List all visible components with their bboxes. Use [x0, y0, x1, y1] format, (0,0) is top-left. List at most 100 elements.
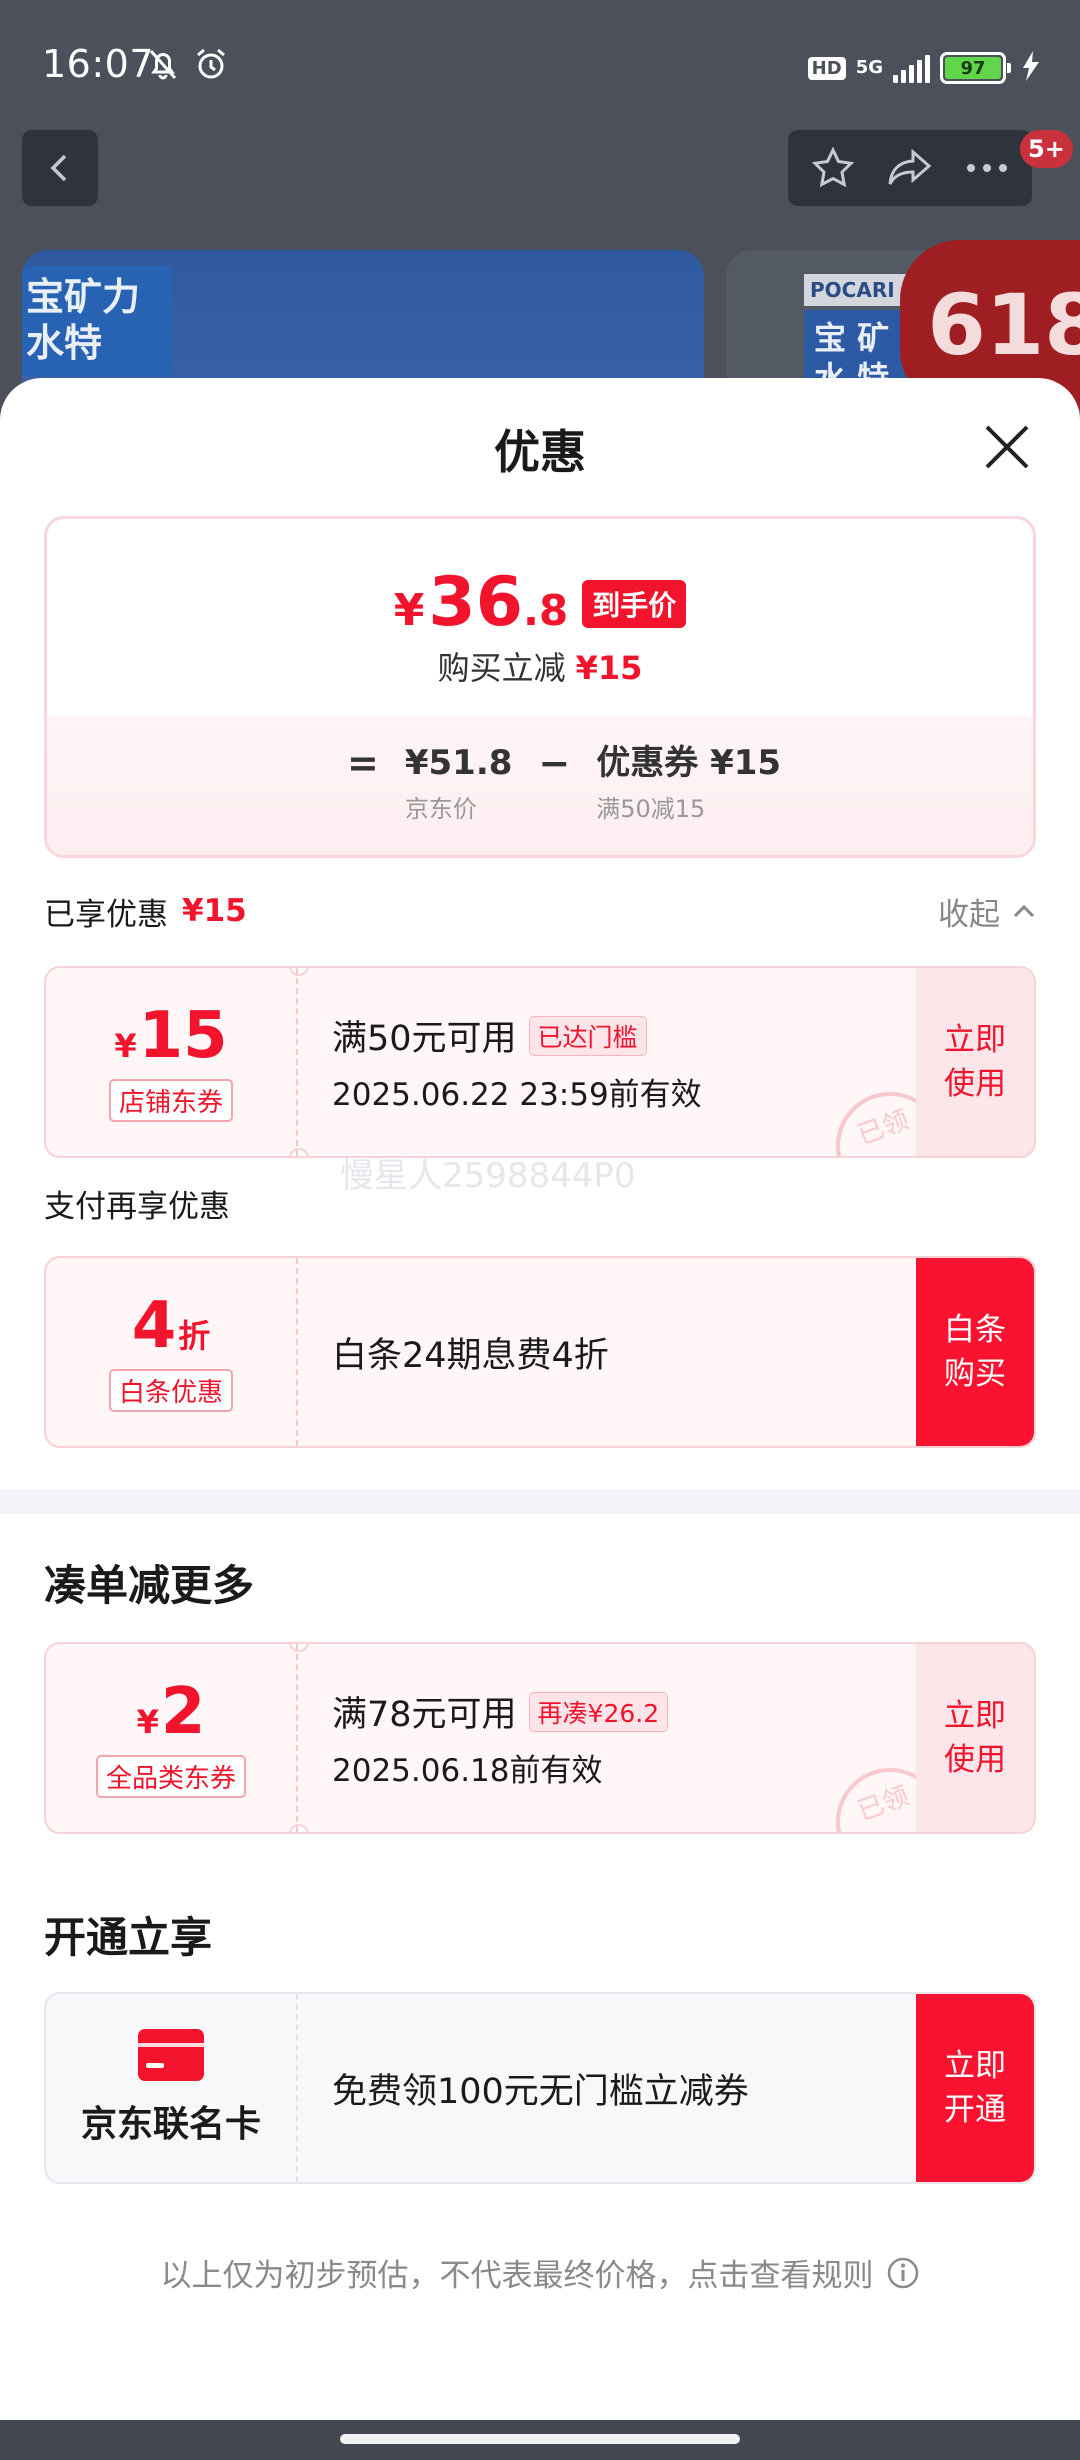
coupon-type-tag: 全品类东券: [95, 1754, 246, 1798]
status-time: 16:07: [42, 42, 155, 86]
final-price-integer: 36: [428, 563, 524, 642]
open-now-button[interactable]: 立即 开通: [916, 1994, 1034, 2182]
price-formula-area: = ¥51.8 京东价 − 优惠券 ¥15 满50减15: [47, 717, 1033, 855]
baitiao-description: 白条24期息费4折: [332, 1335, 609, 1376]
final-price-area: ¥ 36 .8 到手价 购买立减 ¥15: [47, 519, 1033, 717]
final-price-tag: 到手价: [582, 580, 687, 628]
close-icon: [985, 425, 1029, 469]
bell-muted-icon: [145, 46, 181, 82]
disclaimer-text: 以上仅为初步预估，不代表最终价格，点击查看规则: [160, 2258, 874, 2294]
collapse-label: 收起: [938, 896, 1000, 933]
more-button[interactable]: [952, 133, 1022, 203]
star-icon: [811, 146, 854, 188]
coupon-amount-area: ¥ 2 全品类东券: [46, 1644, 298, 1832]
enjoyed-label: 已享优惠: [44, 896, 168, 933]
store-coupon-card: ¥ 15 店铺东券 满50元可用 已达门槛 2025.06.22 23:59前有效…: [44, 966, 1036, 1158]
instant-reduction: 购买立减 ¥15: [47, 643, 1033, 689]
favorite-button[interactable]: [798, 133, 868, 203]
coupon-amount-value: 15: [138, 998, 228, 1073]
section-divider: [0, 1490, 1080, 1514]
coupon-value: 优惠券 ¥15: [596, 743, 782, 783]
coupon-cell: 优惠券 ¥15 满50减15: [596, 739, 781, 824]
coupon-currency: ¥: [114, 1026, 137, 1065]
price-formula: = ¥51.8 京东价 − 优惠券 ¥15 满50减15: [347, 739, 781, 824]
coupon-currency: ¥: [136, 1702, 159, 1741]
discount-sheet: 优惠 ¥ 36 .8 到手价 购买立减 ¥15 = ¥51.8 京东价 − 优惠…: [0, 378, 1080, 2420]
chevron-left-icon: [50, 154, 67, 182]
product-logo: 宝矿力 水特: [22, 266, 172, 376]
minus-sign: −: [538, 741, 571, 785]
final-price-row: ¥ 36 .8 到手价: [47, 563, 1033, 642]
home-indicator[interactable]: [340, 2434, 740, 2444]
coupon-condition: 满78元可用: [332, 1695, 517, 1735]
final-price-decimal: .8: [523, 586, 569, 635]
add-more-chip: 再凑¥26.2: [528, 1691, 669, 1732]
threshold-reached-chip: 已达门槛: [528, 1015, 647, 1056]
baitiao-discount: 4 折: [132, 1293, 211, 1359]
pay-discount-label: 支付再享优惠: [44, 1188, 230, 1225]
close-button[interactable]: [974, 414, 1040, 480]
price-summary-card: ¥ 36 .8 到手价 购买立减 ¥15 = ¥51.8 京东价 − 优惠券 ¥1…: [44, 516, 1036, 858]
enjoyed-amount: ¥15: [182, 893, 247, 929]
battery-icon: 97: [940, 52, 1011, 84]
use-now-button[interactable]: 立即 使用: [916, 968, 1034, 1156]
baitiao-card: 4 折 白条优惠 白条24期息费4折 白条 购买: [44, 1256, 1036, 1448]
card-description: 免费领100元无门槛立减券: [332, 2071, 749, 2112]
baitiao-amount-area: 4 折 白条优惠: [46, 1258, 298, 1446]
info-icon: [887, 2257, 918, 2288]
signal-icon: [893, 53, 930, 83]
coupon-validity: 2025.06.18前有效: [332, 1753, 603, 1789]
jd-cobrand-card: 京东联名卡 免费领100元无门槛立减券 立即 开通: [44, 1992, 1036, 2184]
battery-level: 97: [945, 57, 1001, 79]
currency-symbol: ¥: [393, 585, 425, 636]
enjoyed-discount-row: 已享优惠 ¥15 收起: [44, 886, 1036, 936]
coupon-amount-area: ¥ 15 店铺东券: [46, 968, 298, 1156]
reduction-label: 购买立减: [437, 649, 566, 687]
baitiao-buy-button[interactable]: 白条 购买: [916, 1258, 1034, 1446]
network-type: 5G: [855, 57, 883, 78]
equals-sign: =: [347, 741, 379, 785]
coupon-type-tag: 店铺东券: [108, 1078, 233, 1122]
coupon-amount: ¥ 2: [137, 1679, 206, 1745]
baitiao-discount-value: 4: [131, 1288, 177, 1363]
hd-badge: HD: [807, 56, 846, 80]
all-category-coupon-card: ¥ 2 全品类东券 满78元可用 再凑¥26.2 2025.06.18前有效 已领…: [44, 1642, 1036, 1834]
more-icon: [967, 164, 1008, 172]
coupon-details: 满50元可用 已达门槛 2025.06.22 23:59前有效: [332, 968, 702, 1156]
charging-icon: [1022, 51, 1040, 85]
share-icon: [888, 148, 932, 185]
back-button[interactable]: [22, 130, 98, 206]
message-badge: 5+: [1020, 130, 1073, 168]
share-button[interactable]: [875, 133, 945, 203]
collapse-button[interactable]: 收起: [938, 889, 1036, 934]
baitiao-details: 白条24期息费4折: [332, 1258, 609, 1446]
coupon-amount-value: 2: [160, 1674, 206, 1749]
baitiao-discount-suffix: 折: [178, 1316, 211, 1355]
status-bar: 16:07 HD 5G 97: [0, 0, 1080, 120]
disclaimer[interactable]: 以上仅为初步预估，不代表最终价格，点击查看规则: [0, 2250, 1080, 2295]
pay-discount-row: 支付再享优惠: [44, 1178, 1036, 1228]
open-benefit-heading: 开通立享: [44, 1913, 213, 1962]
jd-price-label: 京东价: [404, 795, 477, 823]
final-price: ¥ 36 .8: [394, 563, 568, 642]
baitiao-tag: 白条优惠: [108, 1368, 233, 1412]
card-brand-area: 京东联名卡: [46, 1994, 298, 2182]
jd-price-value: ¥51.8: [404, 743, 513, 783]
coupon-details: 满78元可用 再凑¥26.2 2025.06.18前有效: [332, 1644, 669, 1832]
credit-card-icon: [138, 2029, 204, 2081]
coupon-validity: 2025.06.22 23:59前有效: [332, 1077, 702, 1113]
coupon-rule: 满50减15: [596, 795, 706, 823]
alarm-icon: [193, 46, 229, 82]
card-name: 京东联名卡: [80, 2104, 261, 2145]
coupon-amount: ¥ 15: [114, 1003, 227, 1069]
more-discount-heading: 凑单减更多: [44, 1561, 255, 1610]
status-right-group: HD 5G 97: [807, 48, 1040, 88]
nav-action-group: [788, 130, 1032, 206]
jd-price-cell: ¥51.8 京东价: [405, 739, 513, 824]
use-now-button[interactable]: 立即 使用: [916, 1644, 1034, 1832]
coupon-condition: 满50元可用: [332, 1019, 517, 1059]
chevron-up-icon: [1013, 904, 1035, 918]
product-page-background: 16:07 HD 5G 97 5+ 宝矿力 水特 POCARI S 宝 矿 61…: [0, 0, 1080, 440]
sheet-title: 优惠: [494, 425, 586, 479]
reduction-amount: ¥15: [575, 649, 643, 687]
